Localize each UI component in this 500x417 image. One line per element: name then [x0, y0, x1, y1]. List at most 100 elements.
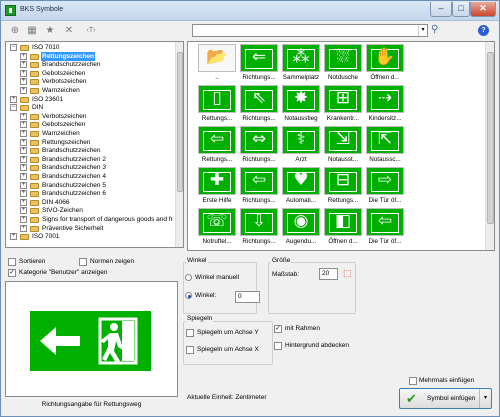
- search-input[interactable]: ▾: [192, 24, 428, 37]
- mit-rahmen-checkbox[interactable]: ✓: [274, 325, 282, 333]
- expand-icon[interactable]: +: [20, 164, 27, 172]
- minimize-button[interactable]: –: [430, 2, 452, 17]
- chevron-down-icon[interactable]: ▾: [418, 25, 427, 36]
- symbol-grid-scrollbar[interactable]: [485, 42, 494, 250]
- symbol-grid[interactable]: 📂.. ⇐ Richtungs... ⁂ Sammelplatz ⛆ Notdusche ✋ Ö…: [187, 41, 495, 251]
- expand-icon[interactable]: +: [20, 224, 27, 232]
- expand-icon[interactable]: +: [20, 198, 27, 206]
- tree-item[interactable]: − DIN: [6, 104, 176, 112]
- symbol-tile[interactable]: ⇢: [366, 85, 404, 113]
- pick-scale-icon[interactable]: ⬚: [343, 268, 352, 279]
- expand-icon[interactable]: +: [20, 207, 27, 215]
- delete-icon[interactable]: ✕: [62, 24, 76, 38]
- expand-icon[interactable]: +: [10, 233, 17, 241]
- tree-item[interactable]: + Gebotszeichen: [6, 69, 176, 78]
- expand-icon[interactable]: +: [20, 52, 27, 60]
- expand-icon[interactable]: +: [20, 121, 27, 129]
- safety-sign-icon: ⇱: [377, 129, 393, 149]
- tree-item[interactable]: + Verbotszeichen: [6, 78, 176, 86]
- expand-icon[interactable]: +: [20, 147, 27, 155]
- expand-icon[interactable]: +: [20, 155, 27, 163]
- category-tree[interactable]: − ISO 7010 + Rettungszeichen + Brandschutzzei…: [5, 41, 184, 248]
- symbol-label: Augendu...: [285, 238, 317, 245]
- tree-item[interactable]: + Brandschutzzeichen 6: [6, 190, 176, 198]
- close-button[interactable]: ✕: [470, 2, 496, 17]
- symbol-tile[interactable]: ▯: [198, 85, 236, 113]
- expand-icon[interactable]: +: [10, 95, 17, 103]
- expand-icon[interactable]: +: [20, 112, 27, 120]
- mehrmals-einfuegen-checkbox[interactable]: [409, 377, 417, 385]
- folder-icon: [30, 62, 39, 69]
- symbol-tile[interactable]: ✚: [198, 167, 236, 195]
- symbol-einfuegen-button[interactable]: ✔ Symbol einfügen ▾: [399, 388, 492, 409]
- expand-icon[interactable]: +: [20, 69, 27, 77]
- symbol-tile[interactable]: ⇲: [324, 126, 362, 154]
- symbol-tile[interactable]: ⇖: [240, 85, 278, 113]
- expand-icon[interactable]: +: [20, 173, 27, 180]
- symbol-tile[interactable]: ⇐: [240, 44, 278, 72]
- symbol-tile[interactable]: ⇱: [366, 126, 404, 154]
- winkel-radio[interactable]: [185, 292, 192, 299]
- symbol-tile[interactable]: ⇔: [240, 126, 278, 154]
- tree-scrollbar[interactable]: [175, 42, 183, 247]
- symbol-tile[interactable]: ⇨: [366, 167, 404, 195]
- tree-item[interactable]: + Verbotszeichen: [6, 112, 176, 121]
- grid-icon[interactable]: ▦: [25, 24, 39, 38]
- folder-icon: [30, 70, 39, 77]
- symbol-tile[interactable]: ⇦: [198, 126, 236, 154]
- add-icon[interactable]: ⊕: [8, 24, 22, 38]
- symbol-tile[interactable]: ⇦: [240, 167, 278, 195]
- symbol-tile[interactable]: ⊞: [324, 85, 362, 113]
- symbol-tile[interactable]: ◧: [324, 208, 362, 236]
- maximize-button[interactable]: □: [452, 2, 470, 17]
- symbol-tile[interactable]: ☏: [198, 208, 236, 236]
- collapse-icon[interactable]: −: [10, 104, 17, 112]
- text-tool-icon[interactable]: ‹T›: [81, 24, 101, 38]
- toolbar: ⊕ ▦ ★ ✕ ‹T› ▾ ⚲ ?: [3, 22, 499, 40]
- symbol-tile[interactable]: ⇦: [366, 208, 404, 236]
- expand-icon[interactable]: +: [20, 216, 27, 223]
- expand-icon[interactable]: +: [20, 181, 27, 189]
- expand-icon[interactable]: +: [20, 138, 27, 146]
- search-icon[interactable]: ⚲: [431, 24, 443, 36]
- tree-item[interactable]: + ISO 7001: [6, 233, 176, 241]
- symbol-tile[interactable]: ◉: [282, 208, 320, 236]
- help-icon[interactable]: ?: [478, 25, 489, 36]
- hintergrund-abdecken-checkbox[interactable]: [274, 342, 282, 350]
- expand-icon[interactable]: +: [20, 190, 27, 198]
- massstab-input[interactable]: 20: [319, 268, 338, 280]
- tree-scrollbar-thumb[interactable]: [177, 52, 183, 192]
- normen-zeigen-checkbox[interactable]: [79, 258, 87, 266]
- tree-item[interactable]: + Gebotszeichen: [6, 121, 176, 129]
- expand-icon[interactable]: +: [20, 87, 27, 94]
- symbol-tile[interactable]: ⁂: [282, 44, 320, 72]
- safety-sign-icon: ⇖: [251, 88, 267, 108]
- winkel-input[interactable]: 0: [235, 291, 260, 303]
- symbol-tile[interactable]: ✸: [282, 85, 320, 113]
- star-icon[interactable]: ★: [43, 24, 57, 38]
- symbol-tile[interactable]: ⊟: [324, 167, 362, 195]
- expand-icon[interactable]: +: [20, 78, 27, 86]
- symbol-tile[interactable]: ⛆: [324, 44, 362, 72]
- collapse-icon[interactable]: −: [10, 44, 17, 51]
- expand-icon[interactable]: +: [20, 61, 27, 69]
- symbol-tile[interactable]: ⚕: [282, 126, 320, 154]
- symbol-grid-scrollbar-thumb[interactable]: [487, 52, 494, 224]
- winkel-manuell-radio[interactable]: [185, 274, 192, 281]
- spiegeln-achse-x-checkbox[interactable]: [186, 346, 194, 354]
- open-folder-icon: 📂: [206, 47, 228, 67]
- spiegeln-achse-y-checkbox[interactable]: [186, 329, 194, 337]
- chevron-down-icon[interactable]: ▾: [479, 389, 491, 408]
- symbol-tile[interactable]: ✋: [366, 44, 404, 72]
- symbol-tile[interactable]: ♥: [282, 167, 320, 195]
- preview-sign-image: [30, 311, 151, 371]
- symbol-label: Richtungs...: [242, 156, 276, 163]
- sortieren-checkbox[interactable]: [8, 258, 16, 266]
- expand-icon[interactable]: +: [20, 130, 27, 137]
- symbol-label: ..: [215, 74, 219, 81]
- tree-item[interactable]: + DIN 4066: [6, 198, 176, 207]
- folder-up-tile[interactable]: 📂: [198, 44, 236, 72]
- symbol-tile[interactable]: ⇩: [240, 208, 278, 236]
- kategorie-benutzer-checkbox[interactable]: ✓: [8, 269, 16, 277]
- tree-item[interactable]: + Brandschutzzeichen: [6, 61, 176, 69]
